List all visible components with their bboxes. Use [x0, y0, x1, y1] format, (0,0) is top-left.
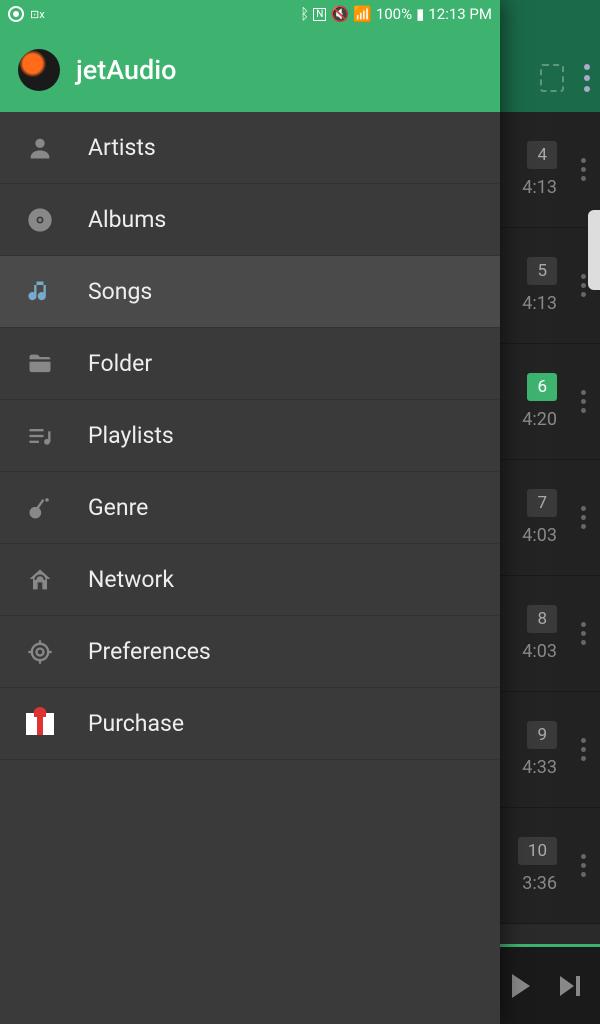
track-duration: 3:36 — [522, 873, 557, 894]
time-text: 12:13 PM — [428, 5, 492, 23]
track-menu-icon[interactable] — [575, 844, 592, 887]
track-menu-icon[interactable] — [575, 148, 592, 191]
status-bar: ⊡x ᛒ N 🔇 📶 100% ▮ 12:13 PM — [0, 0, 500, 28]
play-icon[interactable] — [512, 974, 530, 998]
drawer-item-label: Albums — [88, 206, 166, 233]
guitar-icon — [24, 492, 56, 524]
track-number: 6 — [527, 373, 557, 401]
drawer-item-label: Purchase — [88, 710, 184, 737]
drawer-item-purchase[interactable]: Purchase — [0, 688, 500, 760]
drawer-item-network[interactable]: Network — [0, 544, 500, 616]
track-duration: 4:20 — [522, 409, 557, 430]
track-number: 5 — [527, 257, 557, 285]
more-menu-icon[interactable] — [584, 64, 590, 92]
app-status-icon — [8, 6, 24, 22]
track-duration: 4:33 — [522, 757, 557, 778]
drawer-item-label: Folder — [88, 350, 152, 377]
track-number: 10 — [518, 837, 557, 865]
nfc-icon: N — [313, 8, 326, 21]
music-note-icon — [24, 276, 56, 308]
folder-icon — [24, 348, 56, 380]
track-menu-icon[interactable] — [575, 728, 592, 771]
status-indicator: ⊡x — [30, 8, 45, 21]
navigation-drawer: ⊡x ᛒ N 🔇 📶 100% ▮ 12:13 PM jetAudio Arti… — [0, 0, 500, 1024]
drawer-item-artists[interactable]: Artists — [0, 112, 500, 184]
track-duration: 4:13 — [522, 293, 557, 314]
disc-icon — [24, 204, 56, 236]
gear-icon — [24, 636, 56, 668]
track-number: 8 — [527, 605, 557, 633]
drawer-item-label: Preferences — [88, 638, 211, 665]
drawer-menu: Artists Albums Songs Folder — [0, 112, 500, 760]
track-menu-icon[interactable] — [575, 496, 592, 539]
drawer-item-playlists[interactable]: Playlists — [0, 400, 500, 472]
bluetooth-icon: ᛒ — [300, 5, 309, 23]
track-number: 7 — [527, 489, 557, 517]
track-menu-icon[interactable] — [575, 612, 592, 655]
person-icon — [24, 132, 56, 164]
track-duration: 4:03 — [522, 641, 557, 662]
drawer-item-folder[interactable]: Folder — [0, 328, 500, 400]
next-icon[interactable] — [560, 976, 580, 996]
drawer-item-label: Genre — [88, 494, 148, 521]
drawer-item-albums[interactable]: Albums — [0, 184, 500, 256]
app-logo — [18, 49, 60, 91]
drawer-header: jetAudio — [0, 28, 500, 112]
app-title: jetAudio — [76, 54, 176, 86]
track-menu-icon[interactable] — [575, 380, 592, 423]
drawer-item-preferences[interactable]: Preferences — [0, 616, 500, 688]
playlist-icon — [24, 420, 56, 452]
queue-icon[interactable] — [540, 64, 564, 92]
drawer-item-songs[interactable]: Songs — [0, 256, 500, 328]
drawer-item-genre[interactable]: Genre — [0, 472, 500, 544]
battery-text: 100% — [376, 5, 412, 23]
scroll-indicator[interactable] — [588, 210, 600, 290]
network-icon — [24, 564, 56, 596]
drawer-item-label: Network — [88, 566, 174, 593]
track-number: 4 — [527, 141, 557, 169]
volume-icon: 🔇 — [330, 5, 349, 23]
track-number: 9 — [527, 721, 557, 749]
signal-icon: 📶 — [353, 5, 372, 23]
gift-icon — [24, 708, 56, 740]
track-duration: 4:13 — [522, 177, 557, 198]
drawer-item-label: Artists — [88, 134, 156, 161]
battery-icon: ▮ — [416, 5, 424, 23]
drawer-item-label: Songs — [88, 278, 152, 305]
track-duration: 4:03 — [522, 525, 557, 546]
drawer-item-label: Playlists — [88, 422, 174, 449]
